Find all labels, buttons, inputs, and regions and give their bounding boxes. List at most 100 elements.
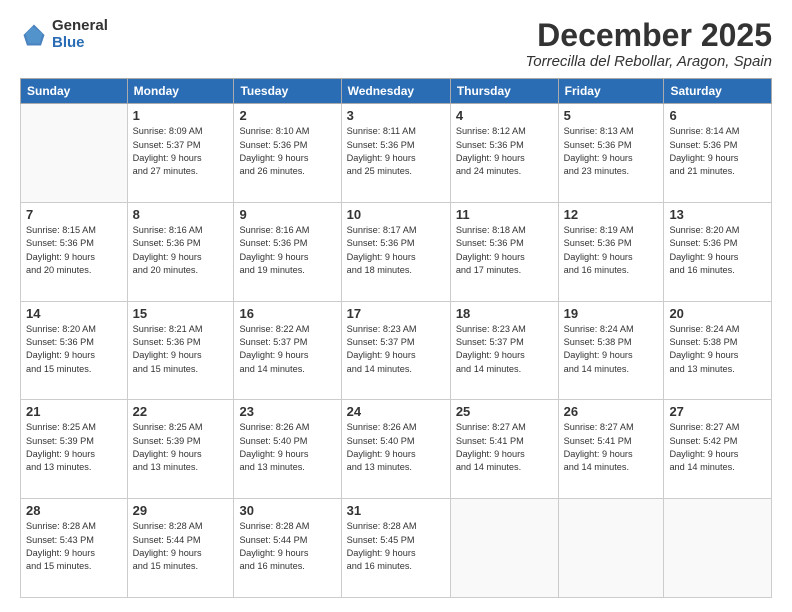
calendar-cell: 11Sunrise: 8:18 AMSunset: 5:36 PMDayligh… [450, 202, 558, 301]
day-info: Sunrise: 8:24 AMSunset: 5:38 PMDaylight:… [669, 323, 766, 376]
calendar-cell: 9 Sunrise: 8:16 AMSunset: 5:36 PMDaylight… [234, 202, 341, 301]
day-number: 15 [133, 306, 229, 321]
day-info: Sunrise: 8:09 AMSunset: 5:37 PMDaylight:… [133, 125, 229, 178]
day-info: Sunrise: 8:25 AMSunset: 5:39 PMDaylight:… [26, 421, 122, 474]
calendar-cell: 25 Sunrise: 8:27 AMSunset: 5:41 PMDayligh… [450, 400, 558, 499]
calendar-cell: 26 Sunrise: 8:27 AMSunset: 5:41 PMDayligh… [558, 400, 664, 499]
day-number: 22 [133, 404, 229, 419]
calendar-header-row: SundayMondayTuesdayWednesdayThursdayFrid… [21, 79, 772, 104]
location-title: Torrecilla del Rebollar, Aragon, Spain [525, 53, 772, 70]
day-info: Sunrise: 8:26 AMSunset: 5:40 PMDaylight:… [347, 421, 445, 474]
day-number: 30 [239, 503, 335, 518]
logo-general: General [52, 18, 108, 35]
calendar-header-tuesday: Tuesday [234, 79, 341, 104]
day-number: 13 [669, 207, 766, 222]
calendar-cell: 2 Sunrise: 8:10 AMSunset: 5:36 PMDaylight… [234, 104, 341, 203]
calendar-cell: 10 Sunrise: 8:17 AMSunset: 5:36 PMDayligh… [341, 202, 450, 301]
calendar-cell: 5 Sunrise: 8:13 AMSunset: 5:36 PMDaylight… [558, 104, 664, 203]
day-number: 18 [456, 306, 553, 321]
week-row-3: 14 Sunrise: 8:20 AMSunset: 5:36 PMDayligh… [21, 301, 772, 400]
day-number: 11 [456, 207, 553, 222]
calendar-cell: 29 Sunrise: 8:28 AMSunset: 5:44 PMDayligh… [127, 499, 234, 598]
calendar-cell: 27Sunrise: 8:27 AMSunset: 5:42 PMDayligh… [664, 400, 772, 499]
day-number: 26 [564, 404, 659, 419]
day-number: 16 [239, 306, 335, 321]
calendar-cell: 23Sunrise: 8:26 AMSunset: 5:40 PMDayligh… [234, 400, 341, 499]
day-info: Sunrise: 8:25 AMSunset: 5:39 PMDaylight:… [133, 421, 229, 474]
day-info: Sunrise: 8:27 AMSunset: 5:42 PMDaylight:… [669, 421, 766, 474]
day-info: Sunrise: 8:23 AMSunset: 5:37 PMDaylight:… [347, 323, 445, 376]
day-number: 5 [564, 108, 659, 123]
logo-text: General Blue [52, 18, 108, 51]
day-number: 3 [347, 108, 445, 123]
calendar-table: SundayMondayTuesdayWednesdayThursdayFrid… [20, 78, 772, 598]
calendar-cell: 18 Sunrise: 8:23 AMSunset: 5:37 PMDayligh… [450, 301, 558, 400]
day-info: Sunrise: 8:28 AMSunset: 5:44 PMDaylight:… [133, 520, 229, 573]
calendar-cell [21, 104, 128, 203]
calendar-cell: 16Sunrise: 8:22 AMSunset: 5:37 PMDayligh… [234, 301, 341, 400]
day-info: Sunrise: 8:24 AMSunset: 5:38 PMDaylight:… [564, 323, 659, 376]
calendar-cell: 19 Sunrise: 8:24 AMSunset: 5:38 PMDayligh… [558, 301, 664, 400]
day-info: Sunrise: 8:11 AMSunset: 5:36 PMDaylight:… [347, 125, 445, 178]
day-info: Sunrise: 8:27 AMSunset: 5:41 PMDaylight:… [456, 421, 553, 474]
calendar-header-monday: Monday [127, 79, 234, 104]
calendar-cell: 3 Sunrise: 8:11 AMSunset: 5:36 PMDaylight… [341, 104, 450, 203]
day-number: 2 [239, 108, 335, 123]
week-row-1: 1 Sunrise: 8:09 AMSunset: 5:37 PMDaylight… [21, 104, 772, 203]
calendar-cell: 15 Sunrise: 8:21 AMSunset: 5:36 PMDayligh… [127, 301, 234, 400]
day-number: 28 [26, 503, 122, 518]
day-info: Sunrise: 8:26 AMSunset: 5:40 PMDaylight:… [239, 421, 335, 474]
calendar-cell: 6Sunrise: 8:14 AMSunset: 5:36 PMDaylight… [664, 104, 772, 203]
day-info: Sunrise: 8:19 AMSunset: 5:36 PMDaylight:… [564, 224, 659, 277]
day-number: 19 [564, 306, 659, 321]
day-info: Sunrise: 8:12 AMSunset: 5:36 PMDaylight:… [456, 125, 553, 178]
header: General Blue December 2025 Torrecilla de… [20, 18, 772, 70]
day-info: Sunrise: 8:15 AMSunset: 5:36 PMDaylight:… [26, 224, 122, 277]
day-number: 4 [456, 108, 553, 123]
day-number: 14 [26, 306, 122, 321]
day-number: 21 [26, 404, 122, 419]
day-number: 24 [347, 404, 445, 419]
week-row-4: 21 Sunrise: 8:25 AMSunset: 5:39 PMDayligh… [21, 400, 772, 499]
day-info: Sunrise: 8:20 AMSunset: 5:36 PMDaylight:… [669, 224, 766, 277]
day-info: Sunrise: 8:21 AMSunset: 5:36 PMDaylight:… [133, 323, 229, 376]
calendar-cell: 7Sunrise: 8:15 AMSunset: 5:36 PMDaylight… [21, 202, 128, 301]
day-number: 10 [347, 207, 445, 222]
day-info: Sunrise: 8:28 AMSunset: 5:43 PMDaylight:… [26, 520, 122, 573]
calendar-cell: 31Sunrise: 8:28 AMSunset: 5:45 PMDayligh… [341, 499, 450, 598]
calendar-cell [664, 499, 772, 598]
calendar-header-friday: Friday [558, 79, 664, 104]
calendar-header-saturday: Saturday [664, 79, 772, 104]
calendar-header-thursday: Thursday [450, 79, 558, 104]
day-info: Sunrise: 8:27 AMSunset: 5:41 PMDaylight:… [564, 421, 659, 474]
day-info: Sunrise: 8:20 AMSunset: 5:36 PMDaylight:… [26, 323, 122, 376]
day-number: 1 [133, 108, 229, 123]
day-info: Sunrise: 8:13 AMSunset: 5:36 PMDaylight:… [564, 125, 659, 178]
calendar-cell: 22 Sunrise: 8:25 AMSunset: 5:39 PMDayligh… [127, 400, 234, 499]
title-block: December 2025 Torrecilla del Rebollar, A… [525, 18, 772, 70]
calendar-header-wednesday: Wednesday [341, 79, 450, 104]
day-number: 9 [239, 207, 335, 222]
calendar-header-sunday: Sunday [21, 79, 128, 104]
week-row-5: 28 Sunrise: 8:28 AMSunset: 5:43 PMDayligh… [21, 499, 772, 598]
calendar-cell: 17Sunrise: 8:23 AMSunset: 5:37 PMDayligh… [341, 301, 450, 400]
day-info: Sunrise: 8:10 AMSunset: 5:36 PMDaylight:… [239, 125, 335, 178]
day-info: Sunrise: 8:17 AMSunset: 5:36 PMDaylight:… [347, 224, 445, 277]
calendar-cell: 12 Sunrise: 8:19 AMSunset: 5:36 PMDayligh… [558, 202, 664, 301]
day-number: 20 [669, 306, 766, 321]
calendar-cell [450, 499, 558, 598]
week-row-2: 7Sunrise: 8:15 AMSunset: 5:36 PMDaylight… [21, 202, 772, 301]
day-info: Sunrise: 8:16 AMSunset: 5:36 PMDaylight:… [239, 224, 335, 277]
calendar-cell: 14 Sunrise: 8:20 AMSunset: 5:36 PMDayligh… [21, 301, 128, 400]
day-number: 25 [456, 404, 553, 419]
month-title: December 2025 [525, 18, 772, 53]
calendar-cell: 21 Sunrise: 8:25 AMSunset: 5:39 PMDayligh… [21, 400, 128, 499]
day-number: 29 [133, 503, 229, 518]
day-info: Sunrise: 8:23 AMSunset: 5:37 PMDaylight:… [456, 323, 553, 376]
day-info: Sunrise: 8:14 AMSunset: 5:36 PMDaylight:… [669, 125, 766, 178]
day-info: Sunrise: 8:28 AMSunset: 5:44 PMDaylight:… [239, 520, 335, 573]
day-number: 12 [564, 207, 659, 222]
page: General Blue December 2025 Torrecilla de… [0, 0, 792, 612]
day-number: 8 [133, 207, 229, 222]
day-number: 31 [347, 503, 445, 518]
